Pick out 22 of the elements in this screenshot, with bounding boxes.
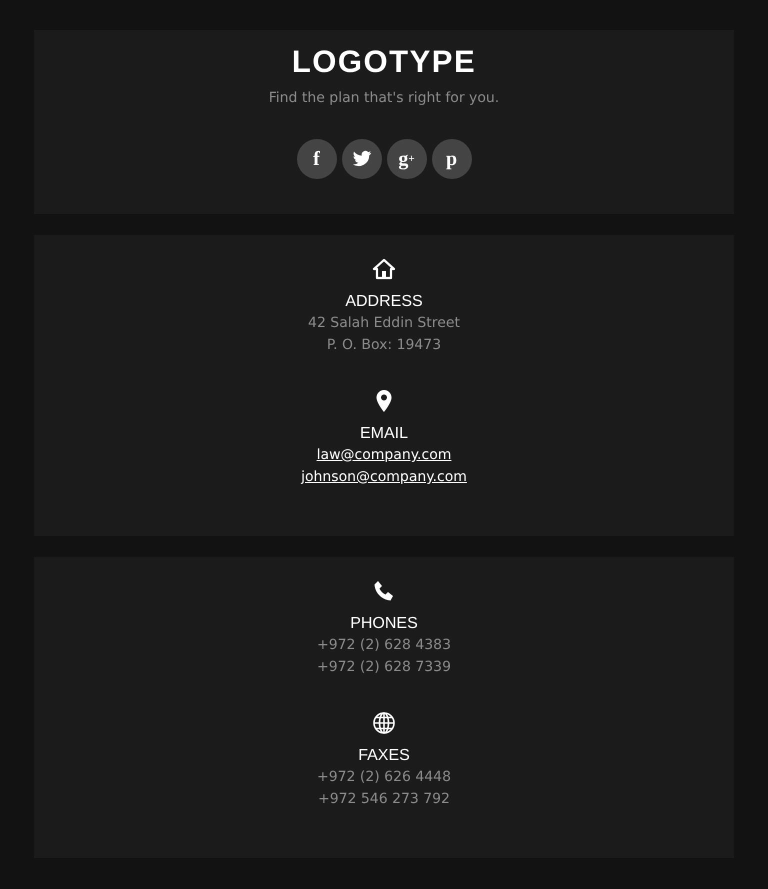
email-link[interactable]: law@company.com — [316, 444, 452, 466]
section-title: ADDRESS — [345, 292, 423, 312]
section-title: PHONES — [350, 614, 418, 634]
social-button[interactable]: p — [432, 139, 472, 179]
contact-line: 42 Salah Eddin Street — [308, 314, 460, 333]
logo: LOGOTYPE — [292, 44, 476, 80]
section-title: EMAIL — [360, 424, 408, 444]
email-link[interactable]: johnson@company.com — [301, 466, 467, 488]
social-button[interactable]: f — [296, 139, 336, 179]
globe-icon — [372, 711, 396, 735]
contact-line: +972 546 273 792 — [318, 790, 450, 809]
contact-line: +972 (2) 626 4448 — [317, 768, 451, 787]
home-icon — [372, 257, 396, 281]
social-button[interactable]: g$^{+}$ — [386, 139, 426, 179]
contact-line: +972 (2) 628 7339 — [317, 658, 451, 677]
social-button[interactable] — [342, 139, 382, 179]
phone-icon — [372, 579, 396, 603]
contact-line: +972 (2) 628 4383 — [317, 636, 451, 655]
contact-line: P. O. Box: 19473 — [326, 336, 442, 355]
tagline: Find the plan that's right for you. — [268, 90, 500, 106]
bird-icon — [352, 150, 372, 168]
section-title: FAXES — [358, 746, 410, 766]
